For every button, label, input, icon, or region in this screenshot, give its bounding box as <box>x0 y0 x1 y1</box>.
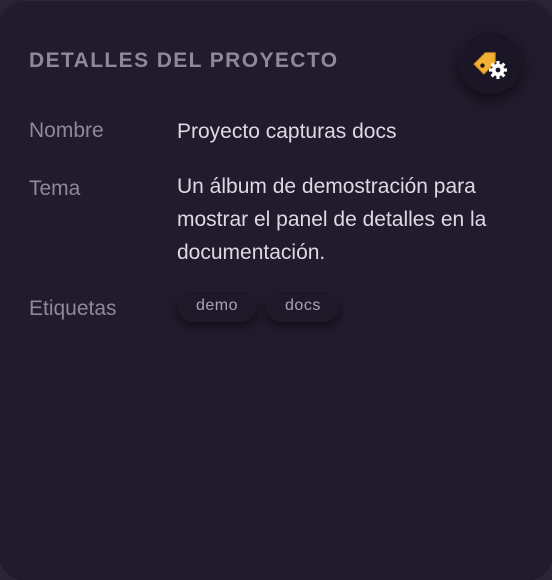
name-label: Nombre <box>29 119 104 142</box>
theme-label: Tema <box>29 177 81 200</box>
project-details-panel: DETALLES DEL PROYECTO Nombre Proyecto ca… <box>0 0 552 580</box>
tag-settings-icon <box>473 52 507 79</box>
tag-chip-docs[interactable]: docs <box>266 290 340 322</box>
tag-list: demo docs <box>177 290 340 322</box>
tags-label: Etiquetas <box>29 297 117 320</box>
tag-chip-demo[interactable]: demo <box>177 290 258 322</box>
edit-tags-button[interactable] <box>458 30 522 94</box>
theme-value: Un álbum de demostración para mostrar el… <box>177 175 487 264</box>
name-value: Proyecto capturas docs <box>177 120 397 143</box>
panel-title: DETALLES DEL PROYECTO <box>29 49 339 72</box>
